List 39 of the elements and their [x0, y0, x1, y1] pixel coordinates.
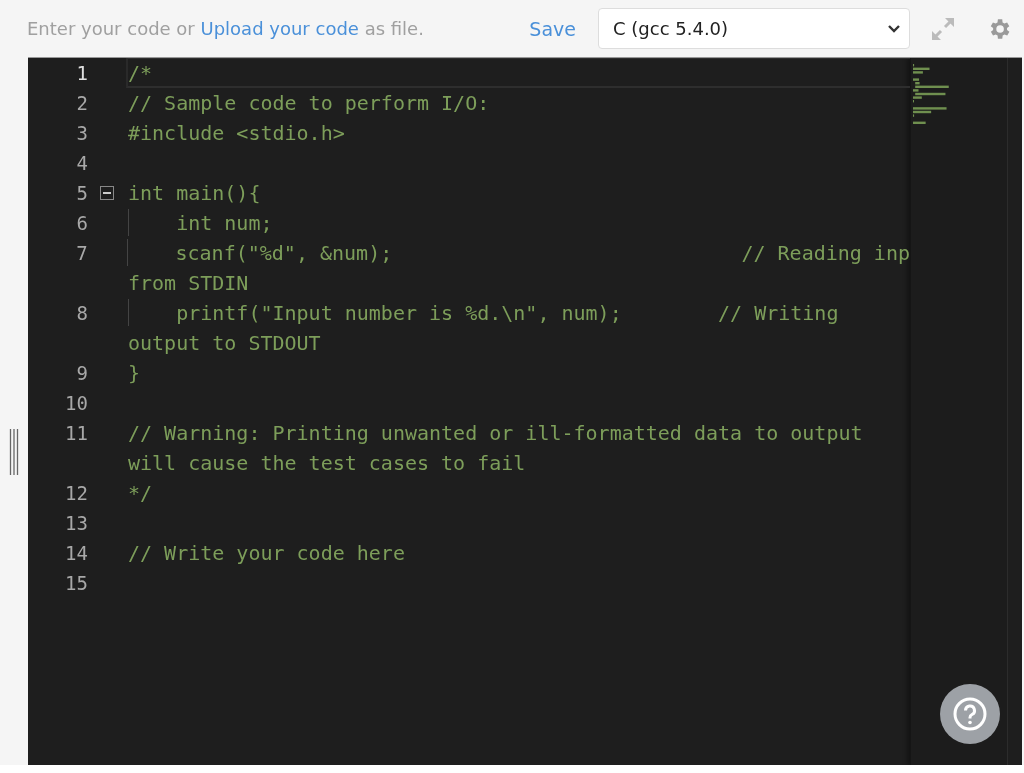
language-select[interactable]: C (gcc 5.4.0): [598, 8, 910, 49]
code-line: // Sample code to perform I/O:: [128, 90, 490, 115]
line-number: 7: [75, 242, 88, 264]
code-line: */: [128, 480, 153, 505]
code-line: scanf("%d", &num); // Reading inp: [174, 240, 910, 265]
fold-collapse-icon[interactable]: [100, 186, 114, 200]
code-line: /*: [128, 60, 153, 85]
line-number: 3: [75, 122, 88, 144]
code-line: printf("Input number is %d.\n", num); // Writing: [175, 300, 839, 325]
line-number: 12: [64, 482, 88, 504]
line-number: 6: [75, 212, 88, 234]
line-number: 4: [75, 152, 88, 174]
code-line: int num;: [175, 210, 273, 235]
code-line: // Write your code here: [128, 540, 405, 565]
line-number: 8: [75, 302, 88, 324]
line-number: 15: [64, 572, 88, 594]
resize-handle[interactable]: [9, 429, 19, 475]
line-number: 14: [64, 542, 88, 564]
chevron-down-icon: [887, 23, 901, 34]
code-editor[interactable]: [28, 57, 1022, 765]
line-number: 10: [64, 392, 88, 414]
minimap-drawing: [913, 64, 949, 124]
code-line: will cause the test cases to fail: [128, 450, 526, 475]
code-line: #include <stdio.h>: [128, 120, 345, 145]
line-number: 11: [64, 422, 88, 444]
upload-link[interactable]: Upload your code: [200, 18, 359, 39]
code-line: }: [128, 360, 141, 385]
line-number: 5: [75, 182, 88, 204]
line-number: 1: [75, 62, 88, 84]
code-line: int main(){: [128, 180, 261, 205]
save-link[interactable]: Save: [529, 17, 576, 40]
line-number: 2: [75, 92, 88, 114]
code-line: // Warning: Printing unwanted or ill-formatted data to output: [128, 420, 863, 445]
line-number: 13: [64, 512, 88, 534]
code-line: output to STDOUT: [128, 330, 321, 355]
question-icon: [953, 697, 987, 731]
code-line: from STDIN: [128, 270, 249, 295]
line-number: 9: [75, 362, 88, 384]
upload-prompt: Enter your code or Upload your code as file.: [27, 18, 424, 39]
